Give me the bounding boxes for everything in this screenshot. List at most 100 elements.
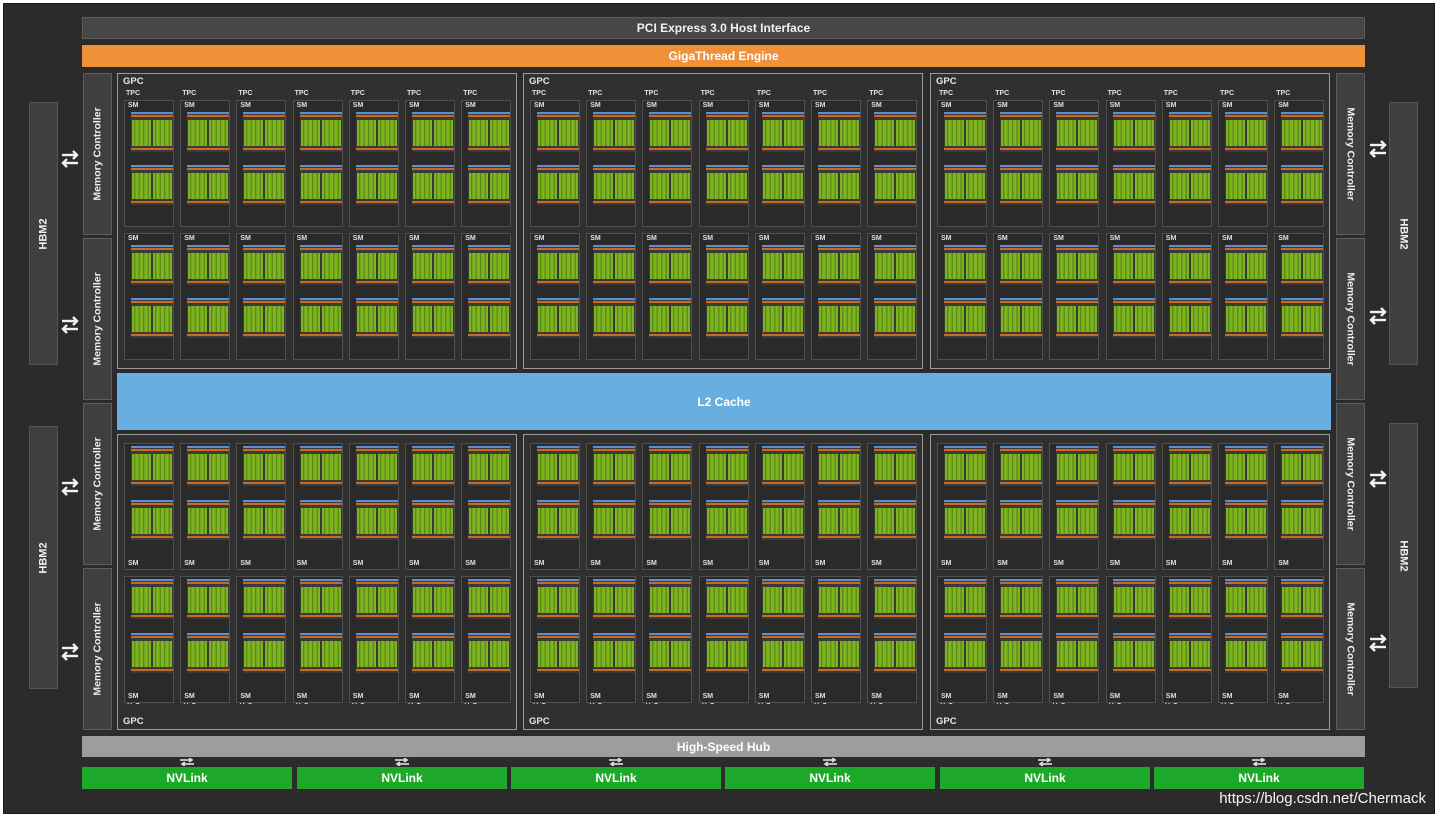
sm-block: SM bbox=[180, 576, 231, 703]
sm-block: SM bbox=[461, 443, 512, 570]
sm-block: SM bbox=[1049, 576, 1100, 703]
tpc-block: TPCSMSM bbox=[292, 90, 343, 360]
sm-label: SM bbox=[1109, 693, 1121, 700]
tpc-block: TPCSMSM bbox=[236, 443, 287, 706]
sm-label: SM bbox=[941, 560, 952, 567]
sm-label: SM bbox=[758, 693, 770, 700]
sm-label: SM bbox=[1165, 560, 1177, 567]
sm-block: SM bbox=[642, 443, 693, 570]
nvlink-5: NVLink bbox=[940, 767, 1150, 789]
sm-block: SM bbox=[1049, 233, 1100, 360]
sm-block: SM bbox=[993, 100, 1044, 227]
bidirectional-arrow-icon bbox=[395, 758, 409, 766]
sm-block: SM bbox=[1161, 233, 1212, 360]
memory-controller-right-2: Memory Controller bbox=[1336, 238, 1365, 400]
tpc-block: TPCSMSM bbox=[124, 90, 174, 360]
bidirectional-arrow-icon bbox=[180, 758, 194, 766]
tpc-block: TPCSMSM bbox=[1274, 90, 1325, 360]
tpc-label: TPC bbox=[869, 90, 884, 97]
sm-block: SM bbox=[236, 576, 287, 703]
memory-controller-label: Memory Controller bbox=[91, 602, 104, 696]
tpc-block: TPCSMSM bbox=[348, 443, 399, 706]
gpc-label: GPC bbox=[936, 716, 957, 727]
sm-block: SM bbox=[180, 233, 231, 360]
tpc-block: TPCSMSM bbox=[642, 90, 693, 360]
sm-label: SM bbox=[352, 693, 364, 700]
sm-block: SM bbox=[698, 233, 749, 360]
sm-block: SM bbox=[1218, 233, 1268, 360]
sm-block: SM bbox=[405, 443, 455, 570]
tpc-label: TPC bbox=[939, 90, 953, 97]
bidirectional-arrow-icon bbox=[1369, 470, 1387, 488]
tpc-label: TPC bbox=[350, 90, 365, 97]
sm-block: SM bbox=[993, 233, 1044, 360]
sm-label: SM bbox=[871, 102, 882, 109]
sm-block: SM bbox=[1049, 443, 1100, 570]
sm-block: SM bbox=[586, 100, 637, 227]
sm-label: SM bbox=[590, 235, 601, 242]
tpc-block: TPCSMSM bbox=[586, 90, 637, 360]
sm-block: SM bbox=[348, 443, 399, 570]
bidirectional-arrow-icon bbox=[1369, 140, 1387, 158]
sm-block: SM bbox=[1274, 576, 1325, 703]
tpc-block: TPCSMSM bbox=[754, 90, 805, 360]
sm-block: SM bbox=[180, 100, 231, 227]
sm-block: SM bbox=[1218, 443, 1268, 570]
sm-block: SM bbox=[1161, 100, 1212, 227]
memory-controller-right-4: Memory Controller bbox=[1336, 568, 1365, 730]
sm-label: SM bbox=[534, 235, 545, 242]
sm-block: SM bbox=[811, 576, 861, 703]
l2-cache: L2 Cache bbox=[117, 373, 1331, 430]
sm-label: SM bbox=[646, 235, 657, 242]
sm-label: SM bbox=[409, 102, 420, 109]
sm-label: SM bbox=[871, 693, 882, 700]
tpc-label: TPC bbox=[700, 90, 715, 97]
sm-label: SM bbox=[465, 693, 476, 700]
nvlink-3: NVLink bbox=[511, 767, 721, 789]
sm-label: SM bbox=[534, 560, 545, 567]
memory-controller-label: Memory Controller bbox=[1344, 602, 1357, 696]
hbm2-label: HBM2 bbox=[1397, 539, 1410, 572]
sm-label: SM bbox=[815, 693, 826, 700]
sm-label: SM bbox=[240, 560, 251, 567]
sm-block: SM bbox=[461, 576, 512, 703]
hbm2-label: HBM2 bbox=[1397, 217, 1410, 250]
sm-block: SM bbox=[124, 233, 174, 360]
memory-controller-label: Memory Controller bbox=[1344, 272, 1357, 366]
tpc-block: TPCSMSM bbox=[405, 90, 455, 360]
sm-label: SM bbox=[1053, 693, 1064, 700]
sm-label: SM bbox=[128, 693, 139, 700]
sm-label: SM bbox=[941, 693, 952, 700]
bidirectional-arrow-icon bbox=[61, 150, 79, 168]
gpc-block: GPCTPCSMSMTPCSMSMTPCSMSMTPCSMSMTPCSMSMTP… bbox=[930, 73, 1330, 369]
sm-block: SM bbox=[867, 443, 918, 570]
sm-label: SM bbox=[702, 102, 714, 109]
sm-block: SM bbox=[1161, 443, 1212, 570]
sm-block: SM bbox=[642, 576, 693, 703]
sm-label: SM bbox=[128, 235, 139, 242]
sm-label: SM bbox=[534, 693, 545, 700]
tpc-block: TPCSMSM bbox=[292, 443, 343, 706]
tpc-label: TPC bbox=[294, 90, 309, 97]
sm-label: SM bbox=[997, 102, 1008, 109]
sm-block: SM bbox=[811, 100, 861, 227]
memory-controller-label: Memory Controller bbox=[91, 272, 104, 366]
bidirectional-arrow-icon bbox=[61, 643, 79, 661]
sm-label: SM bbox=[1278, 560, 1289, 567]
sm-block: SM bbox=[405, 576, 455, 703]
tpc-block: TPCSMSM bbox=[867, 90, 918, 360]
sm-block: SM bbox=[1218, 100, 1268, 227]
sm-label: SM bbox=[1278, 693, 1289, 700]
sm-label: SM bbox=[1053, 560, 1064, 567]
sm-block: SM bbox=[530, 443, 580, 570]
gpc-block: GPCTPCSMSMTPCSMSMTPCSMSMTPCSMSMTPCSMSMTP… bbox=[523, 434, 923, 730]
nvlink-2: NVLink bbox=[297, 767, 507, 789]
sm-label: SM bbox=[352, 102, 364, 109]
sm-block: SM bbox=[124, 576, 174, 703]
sm-block: SM bbox=[867, 100, 918, 227]
memory-controller-label: Memory Controller bbox=[1344, 107, 1357, 201]
tpc-block: TPCSMSM bbox=[124, 443, 174, 706]
sm-label: SM bbox=[702, 560, 714, 567]
sm-label: SM bbox=[758, 102, 770, 109]
tpc-block: TPCSMSM bbox=[180, 90, 231, 360]
